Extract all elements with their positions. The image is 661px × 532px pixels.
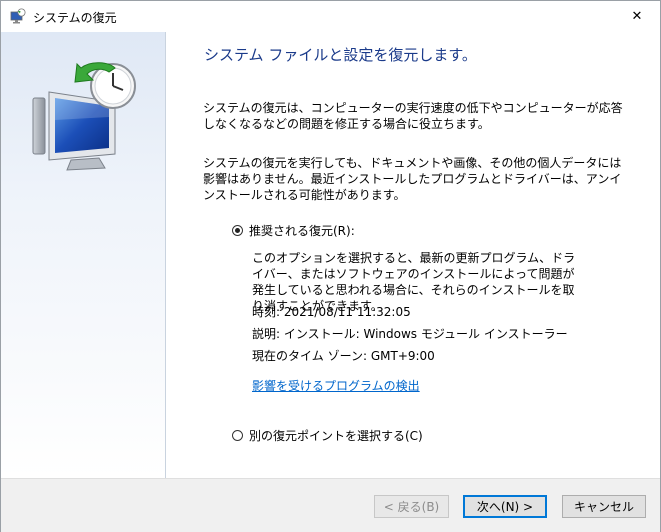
current-timezone: 現在のタイム ゾーン: GMT+9:00 xyxy=(252,349,435,363)
title-bar: システムの復元 ✕ xyxy=(1,1,660,32)
main-content: システム ファイルと設定を復元します。 システムの復元は、コンピューターの実行速… xyxy=(166,32,660,478)
info-paragraph: システムの復元を実行しても、ドキュメントや画像、その他の個人データには影響はあり… xyxy=(203,156,622,202)
recommended-radio[interactable] xyxy=(232,225,243,236)
system-restore-monitor-icon xyxy=(29,62,141,172)
left-panel xyxy=(1,32,166,478)
window-title: システムの復元 xyxy=(33,11,117,25)
restore-time: 時刻: 2021/08/11 11:32:05 xyxy=(252,305,411,319)
close-icon: ✕ xyxy=(631,9,643,24)
restore-explanation: 説明: インストール: Windows モジュール インストーラー xyxy=(252,327,568,341)
recommended-label: 推奨される復元(R): xyxy=(249,224,355,238)
recommended-restore-option[interactable]: 推奨される復元(R): xyxy=(232,222,355,239)
close-button[interactable]: ✕ xyxy=(614,1,660,32)
button-bar: < 戻る(B) 次へ(N) > キャンセル xyxy=(1,478,660,532)
system-restore-icon xyxy=(9,8,26,25)
system-restore-window: システムの復元 ✕ システム ファイルと設定を復元します。 システムの復元は、コ… xyxy=(0,0,661,532)
back-button[interactable]: < 戻る(B) xyxy=(374,495,449,518)
choose-restore-point-label: 別の復元ポイントを選択する(C) xyxy=(249,429,423,443)
cancel-button[interactable]: キャンセル xyxy=(562,495,646,518)
choose-restore-point-radio[interactable] xyxy=(232,430,243,441)
choose-restore-point-option[interactable]: 別の復元ポイントを選択する(C) xyxy=(232,427,423,444)
page-title: システム ファイルと設定を復元します。 xyxy=(204,46,477,64)
intro-paragraph: システムの復元は、コンピューターの実行速度の低下やコンピューターが応答しなくなる… xyxy=(203,101,623,131)
next-button[interactable]: 次へ(N) > xyxy=(463,495,547,518)
scan-affected-programs-link[interactable]: 影響を受けるプログラムの検出 xyxy=(252,377,420,394)
